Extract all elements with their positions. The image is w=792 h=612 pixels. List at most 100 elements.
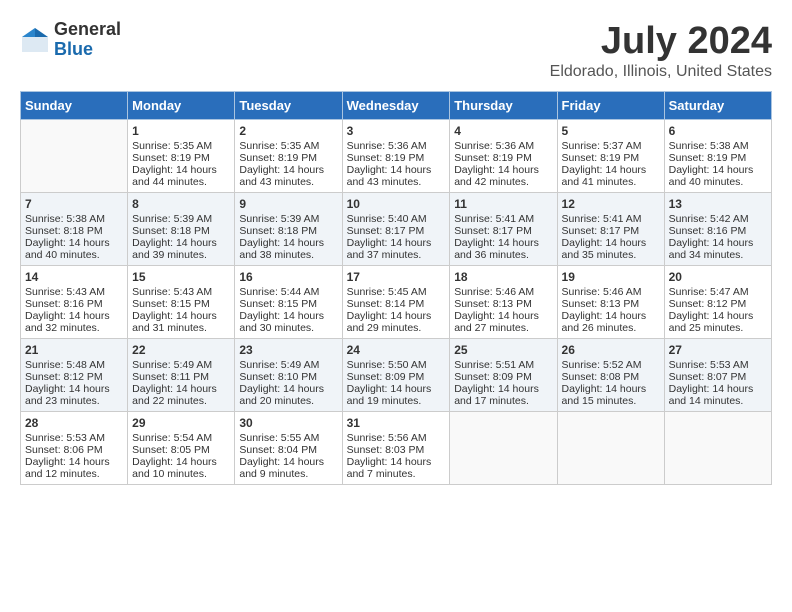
sunrise-text: Sunrise: 5:53 AM [25, 432, 105, 444]
sunset-text: Sunset: 8:13 PM [454, 298, 532, 310]
day-number: 1 [132, 124, 230, 138]
sunrise-text: Sunrise: 5:52 AM [562, 359, 642, 371]
calendar-day-header: Monday [128, 92, 235, 120]
sunset-text: Sunset: 8:09 PM [347, 371, 425, 383]
calendar-day-cell [557, 412, 664, 485]
sunset-text: Sunset: 8:11 PM [132, 371, 209, 383]
calendar-day-cell: 17 Sunrise: 5:45 AM Sunset: 8:14 PM Dayl… [342, 266, 450, 339]
calendar-day-cell: 22 Sunrise: 5:49 AM Sunset: 8:11 PM Dayl… [128, 339, 235, 412]
calendar-table: SundayMondayTuesdayWednesdayThursdayFrid… [20, 91, 772, 485]
calendar-day-cell: 20 Sunrise: 5:47 AM Sunset: 8:12 PM Dayl… [664, 266, 771, 339]
calendar-day-cell: 9 Sunrise: 5:39 AM Sunset: 8:18 PM Dayli… [235, 193, 342, 266]
calendar-day-cell: 26 Sunrise: 5:52 AM Sunset: 8:08 PM Dayl… [557, 339, 664, 412]
daylight-text: Daylight: 14 hours and 42 minutes. [454, 164, 539, 188]
day-number: 15 [132, 270, 230, 284]
location: Eldorado, Illinois, United States [550, 63, 772, 81]
day-number: 4 [454, 124, 552, 138]
day-number: 30 [239, 416, 337, 430]
daylight-text: Daylight: 14 hours and 43 minutes. [239, 164, 324, 188]
sunset-text: Sunset: 8:10 PM [239, 371, 317, 383]
day-number: 10 [347, 197, 446, 211]
daylight-text: Daylight: 14 hours and 14 minutes. [669, 383, 754, 407]
day-number: 22 [132, 343, 230, 357]
sunrise-text: Sunrise: 5:49 AM [132, 359, 212, 371]
sunrise-text: Sunrise: 5:38 AM [669, 140, 749, 152]
calendar-day-cell: 29 Sunrise: 5:54 AM Sunset: 8:05 PM Dayl… [128, 412, 235, 485]
day-number: 12 [562, 197, 660, 211]
calendar-day-header: Friday [557, 92, 664, 120]
calendar-day-cell: 19 Sunrise: 5:46 AM Sunset: 8:13 PM Dayl… [557, 266, 664, 339]
daylight-text: Daylight: 14 hours and 32 minutes. [25, 310, 110, 334]
calendar-day-cell: 24 Sunrise: 5:50 AM Sunset: 8:09 PM Dayl… [342, 339, 450, 412]
sunrise-text: Sunrise: 5:51 AM [454, 359, 534, 371]
sunrise-text: Sunrise: 5:38 AM [25, 213, 105, 225]
daylight-text: Daylight: 14 hours and 17 minutes. [454, 383, 539, 407]
day-number: 11 [454, 197, 552, 211]
daylight-text: Daylight: 14 hours and 30 minutes. [239, 310, 324, 334]
sunrise-text: Sunrise: 5:41 AM [454, 213, 534, 225]
calendar-day-cell: 6 Sunrise: 5:38 AM Sunset: 8:19 PM Dayli… [664, 120, 771, 193]
calendar-day-cell: 16 Sunrise: 5:44 AM Sunset: 8:15 PM Dayl… [235, 266, 342, 339]
daylight-text: Daylight: 14 hours and 19 minutes. [347, 383, 432, 407]
sunset-text: Sunset: 8:19 PM [562, 152, 640, 164]
daylight-text: Daylight: 14 hours and 31 minutes. [132, 310, 217, 334]
daylight-text: Daylight: 14 hours and 7 minutes. [347, 456, 432, 480]
calendar-week-row: 21 Sunrise: 5:48 AM Sunset: 8:12 PM Dayl… [21, 339, 772, 412]
calendar-day-cell [664, 412, 771, 485]
sunrise-text: Sunrise: 5:36 AM [347, 140, 427, 152]
day-number: 28 [25, 416, 123, 430]
daylight-text: Daylight: 14 hours and 12 minutes. [25, 456, 110, 480]
logo-general: General [54, 20, 121, 40]
sunrise-text: Sunrise: 5:46 AM [562, 286, 642, 298]
daylight-text: Daylight: 14 hours and 40 minutes. [669, 164, 754, 188]
sunset-text: Sunset: 8:14 PM [347, 298, 425, 310]
day-number: 29 [132, 416, 230, 430]
sunrise-text: Sunrise: 5:35 AM [132, 140, 212, 152]
sunset-text: Sunset: 8:17 PM [454, 225, 532, 237]
daylight-text: Daylight: 14 hours and 44 minutes. [132, 164, 217, 188]
calendar-week-row: 14 Sunrise: 5:43 AM Sunset: 8:16 PM Dayl… [21, 266, 772, 339]
calendar-day-cell: 28 Sunrise: 5:53 AM Sunset: 8:06 PM Dayl… [21, 412, 128, 485]
calendar-day-cell: 11 Sunrise: 5:41 AM Sunset: 8:17 PM Dayl… [450, 193, 557, 266]
calendar-day-header: Sunday [21, 92, 128, 120]
sunset-text: Sunset: 8:19 PM [239, 152, 317, 164]
day-number: 20 [669, 270, 767, 284]
sunrise-text: Sunrise: 5:43 AM [132, 286, 212, 298]
calendar-day-cell: 30 Sunrise: 5:55 AM Sunset: 8:04 PM Dayl… [235, 412, 342, 485]
sunset-text: Sunset: 8:19 PM [454, 152, 532, 164]
daylight-text: Daylight: 14 hours and 39 minutes. [132, 237, 217, 261]
sunset-text: Sunset: 8:19 PM [669, 152, 747, 164]
daylight-text: Daylight: 14 hours and 40 minutes. [25, 237, 110, 261]
calendar-day-cell: 12 Sunrise: 5:41 AM Sunset: 8:17 PM Dayl… [557, 193, 664, 266]
calendar-day-cell [21, 120, 128, 193]
day-number: 27 [669, 343, 767, 357]
sunrise-text: Sunrise: 5:44 AM [239, 286, 319, 298]
daylight-text: Daylight: 14 hours and 22 minutes. [132, 383, 217, 407]
sunrise-text: Sunrise: 5:47 AM [669, 286, 749, 298]
calendar-day-header: Wednesday [342, 92, 450, 120]
day-number: 26 [562, 343, 660, 357]
sunrise-text: Sunrise: 5:35 AM [239, 140, 319, 152]
sunrise-text: Sunrise: 5:36 AM [454, 140, 534, 152]
calendar-day-cell: 7 Sunrise: 5:38 AM Sunset: 8:18 PM Dayli… [21, 193, 128, 266]
sunset-text: Sunset: 8:16 PM [669, 225, 747, 237]
daylight-text: Daylight: 14 hours and 15 minutes. [562, 383, 647, 407]
day-number: 17 [347, 270, 446, 284]
calendar-day-cell [450, 412, 557, 485]
sunrise-text: Sunrise: 5:39 AM [239, 213, 319, 225]
daylight-text: Daylight: 14 hours and 23 minutes. [25, 383, 110, 407]
sunrise-text: Sunrise: 5:48 AM [25, 359, 105, 371]
sunset-text: Sunset: 8:18 PM [25, 225, 103, 237]
calendar-week-row: 7 Sunrise: 5:38 AM Sunset: 8:18 PM Dayli… [21, 193, 772, 266]
calendar-day-cell: 13 Sunrise: 5:42 AM Sunset: 8:16 PM Dayl… [664, 193, 771, 266]
logo-text: General Blue [54, 20, 121, 60]
sunrise-text: Sunrise: 5:49 AM [239, 359, 319, 371]
sunset-text: Sunset: 8:13 PM [562, 298, 640, 310]
daylight-text: Daylight: 14 hours and 37 minutes. [347, 237, 432, 261]
day-number: 5 [562, 124, 660, 138]
calendar-day-header: Saturday [664, 92, 771, 120]
sunrise-text: Sunrise: 5:43 AM [25, 286, 105, 298]
calendar-week-row: 28 Sunrise: 5:53 AM Sunset: 8:06 PM Dayl… [21, 412, 772, 485]
sunset-text: Sunset: 8:12 PM [25, 371, 103, 383]
sunrise-text: Sunrise: 5:56 AM [347, 432, 427, 444]
